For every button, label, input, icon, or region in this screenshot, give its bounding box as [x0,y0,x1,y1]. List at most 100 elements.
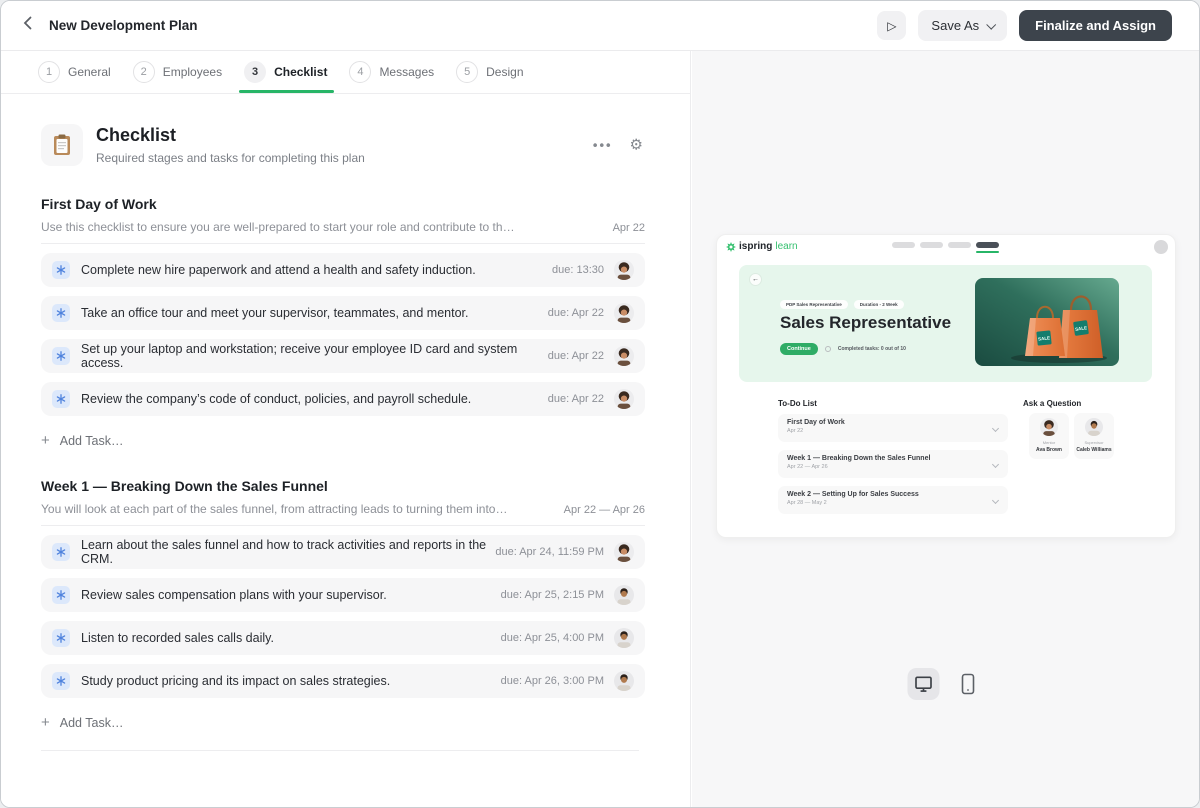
tab-label: Messages [379,65,435,79]
duration-badge: Duration - 2 Week [853,300,904,309]
step-number: 5 [456,61,479,83]
task-row[interactable]: Set up your laptop and workstation; rece… [41,339,645,373]
person-name: Ava Brown [1036,447,1062,453]
save-as-button[interactable]: Save As [918,10,1008,41]
top-bar: New Development Plan ▷ Save As Finalize … [1,1,1199,51]
add-task-label: Add Task… [59,715,124,730]
tab-design[interactable]: 5 Design [456,51,524,93]
task-row[interactable]: Complete new hire paperwork and attend a… [41,253,645,287]
task-text: Review sales compensation plans with you… [81,588,387,602]
editor-column: 1 General 2 Employees 3 Checklist 4 Mess… [1,51,691,807]
task-assignee-avatar[interactable] [614,585,634,605]
task-assignee-avatar[interactable] [614,628,634,648]
preview-progress-pills [892,242,999,253]
section-title: First Day of Work [41,196,157,212]
back-button[interactable] [15,14,39,38]
tab-messages[interactable]: 4 Messages [349,51,434,93]
task-due-label: due: Apr 22 [547,393,604,405]
task-due-label: due: Apr 26, 3:00 PM [500,675,604,687]
mobile-toggle-button[interactable] [952,668,984,700]
mentor-card: Mentor Ava Brown [1029,413,1069,459]
play-icon: ▷ [887,18,897,33]
more-options-icon[interactable]: ••• [593,139,613,152]
task-assignee-avatar[interactable] [614,303,634,323]
task-text: Complete new hire paperwork and attend a… [81,263,476,277]
task-row[interactable]: Review the company’s code of conduct, po… [41,382,645,416]
learner-preview-card: ispring learn ← PDP Sales Representative… [716,234,1176,538]
task-assignee-avatar[interactable] [614,389,634,409]
todo-item-title: First Day of Work [787,419,845,426]
device-preview-toggle [907,668,984,700]
logo-mark-icon [726,241,736,252]
stage-section-week-1: Week 1 — Breaking Down the Sales Funnel … [41,478,645,751]
completed-checkbox [824,346,831,352]
task-due-label: due: Apr 22 [547,307,604,319]
add-task-button[interactable]: + Add Task… [41,433,123,448]
preview-panel: ispring learn ← PDP Sales Representative… [692,51,1199,807]
task-row[interactable]: Listen to recorded sales calls daily. du… [41,621,645,655]
required-asterisk-icon [52,672,70,690]
task-row[interactable]: Review sales compensation plans with you… [41,578,645,612]
desktop-toggle-button[interactable] [907,668,939,700]
plus-icon: + [41,432,50,449]
task-assignee-avatar[interactable] [614,346,634,366]
arrow-left-icon: ← [752,276,759,283]
person-avatar [1040,418,1058,436]
chevron-left-icon [23,16,32,35]
person-role: Supervisor [1084,440,1104,445]
course-title: Sales Representative [780,313,952,332]
ispring-learn-logo: ispring learn [726,241,798,252]
finalize-and-assign-button[interactable]: Finalize and Assign [1019,10,1172,41]
checklist-content: Checklist Required stages and tasks for … [1,124,690,751]
preview-run-button[interactable]: ▷ [877,11,907,40]
progress-pill [948,242,971,248]
todo-item: Week 2 — Setting Up for Sales Success Ap… [778,486,1008,514]
task-row[interactable]: Study product pricing and its impact on … [41,664,645,698]
checklist-subtitle: Required stages and tasks for completing… [96,151,365,165]
preview-user-avatar [1154,240,1168,254]
back-circle-button: ← [749,273,762,286]
tab-label: Design [486,65,524,79]
section-title: Week 1 — Breaking Down the Sales Funnel [41,478,328,494]
todo-item-dates: Apr 22 [787,428,804,434]
supervisor-card: Supervisor Caleb Williams [1074,413,1114,459]
todo-list-title: To-Do List [778,399,817,408]
section-subheader: Use this checklist to ensure you are wel… [41,220,645,244]
todo-item-dates: Apr 28 — May 2 [787,500,827,506]
required-asterisk-icon [52,543,70,561]
checklist-header: Checklist Required stages and tasks for … [41,124,645,166]
clipboard-icon [41,124,83,166]
add-task-button[interactable]: + Add Task… [41,715,123,730]
progress-pill-active [976,242,999,253]
progress-pill [976,242,999,248]
task-assignee-avatar[interactable] [614,542,634,562]
step-number: 2 [132,61,155,83]
gear-icon[interactable]: ⚙ [630,138,643,153]
app-window: New Development Plan ▷ Save As Finalize … [0,0,1200,808]
tab-employees[interactable]: 2 Employees [132,51,223,93]
tab-label: General [68,65,111,79]
task-assignee-avatar[interactable] [614,260,634,280]
checklist-titles: Checklist Required stages and tasks for … [96,125,365,165]
tab-label: Employees [162,65,223,79]
todo-item: Week 1 — Breaking Down the Sales Funnel … [778,450,1008,478]
required-asterisk-icon [52,390,70,408]
tab-checklist[interactable]: 3 Checklist [239,51,335,93]
task-row[interactable]: Take an office tour and meet your superv… [41,296,645,330]
required-asterisk-icon [52,586,70,604]
section-dates: Apr 22 [612,222,645,234]
checklist-title: Checklist [96,125,177,145]
todo-item-dates: Apr 22 — Apr 26 [787,464,828,470]
section-subheader: You will look at each part of the sales … [41,502,645,526]
task-text: Study product pricing and its impact on … [81,674,391,688]
task-assignee-avatar[interactable] [614,671,634,691]
task-text: Review the company’s code of conduct, po… [81,392,472,406]
plus-icon: + [41,714,50,731]
todo-item-title: Week 2 — Setting Up for Sales Success [787,491,919,498]
step-number: 1 [38,61,60,83]
tab-general[interactable]: 1 General [38,51,111,93]
person-name: Caleb Williams [1076,447,1112,453]
course-hero: ← PDP Sales Representative Duration - 2 … [739,265,1152,382]
task-text: Set up your laptop and workstation; rece… [81,342,518,370]
task-row[interactable]: Learn about the sales funnel and how to … [41,535,645,569]
